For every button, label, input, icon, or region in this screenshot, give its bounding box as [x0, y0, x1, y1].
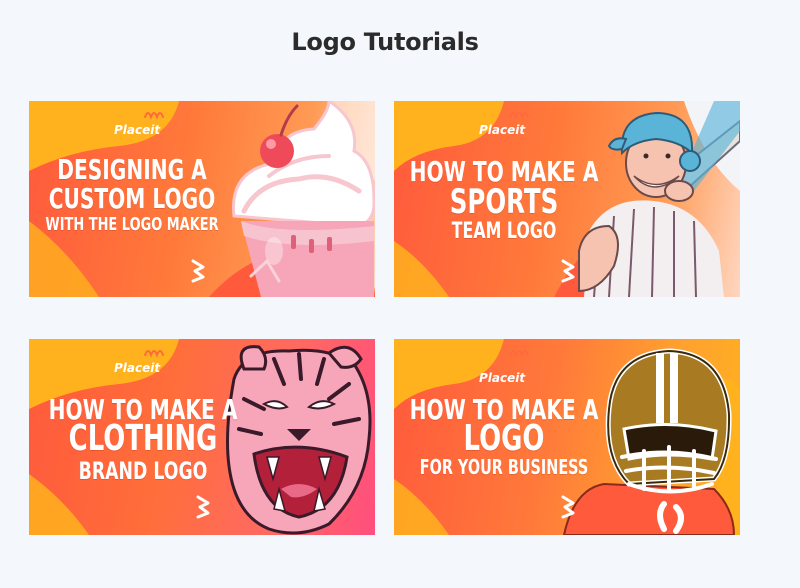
bolt-icon [561, 495, 575, 519]
bolt-icon [196, 495, 210, 519]
card-title-line-2: CUSTOM LOGO [48, 182, 216, 215]
card-title-line-3: BRAND LOGO [78, 457, 208, 485]
card-title-line-1: DESIGNING A [57, 153, 207, 186]
card-title-line-3: TEAM LOGO [451, 219, 557, 244]
placeit-brand: Placeit [479, 371, 526, 385]
card-title-line-2: SPORTS [449, 182, 559, 222]
page-title: Logo Tutorials [291, 28, 479, 56]
card-title-line-2: CLOTHING [68, 418, 218, 459]
squiggle-icon [509, 350, 529, 358]
placeit-brand: Placeit [114, 361, 161, 375]
squiggle-icon [144, 112, 164, 120]
tutorial-card-clothing-logo[interactable]: Placeit HOW TO MAKE A CLOTHING BRAND LOG… [29, 339, 375, 535]
placeit-brand: Placeit [114, 123, 161, 137]
card-title-line-3: WITH THE LOGO MAKER [45, 214, 219, 235]
tutorial-card-custom-logo[interactable]: Placeit DESIGNING A CUSTOM LOGO WITH THE… [29, 101, 375, 297]
tutorial-card-sports-logo[interactable]: Placeit HOW TO MAKE A SPORTS TEAM LOGO [394, 101, 740, 297]
tutorial-card-business-logo[interactable]: Placeit HOW TO MAKE A LOGO FOR YOUR BUSI… [394, 339, 740, 535]
bolt-icon [191, 259, 205, 283]
squiggle-icon [509, 112, 529, 120]
bolt-icon [561, 259, 575, 283]
squiggle-icon [144, 350, 164, 358]
card-title-line-2: LOGO [463, 418, 545, 459]
card-title-line-3: FOR YOUR BUSINESS [419, 455, 589, 479]
placeit-brand: Placeit [479, 123, 526, 137]
